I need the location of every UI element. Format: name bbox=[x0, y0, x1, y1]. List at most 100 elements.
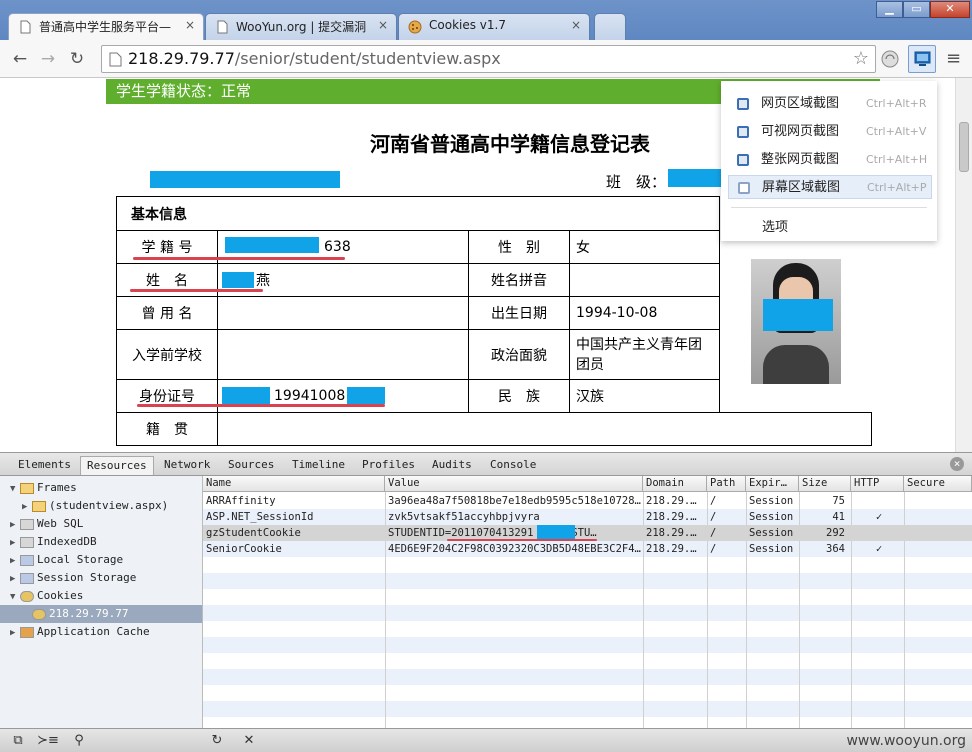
column-header[interactable]: HTTP bbox=[851, 476, 904, 492]
devtools-status-bar: ⧉ ≻≡ ⚲ ↻ ✕ www.wooyun.org bbox=[0, 728, 972, 752]
field-label: 姓名拼音 bbox=[468, 263, 570, 297]
tab-student-platform[interactable]: 普通高中学生服务平台— × bbox=[8, 13, 204, 40]
folder-icon bbox=[32, 500, 46, 512]
folder-icon bbox=[20, 482, 34, 494]
address-bar[interactable]: 218.29.79.77/senior/student/studentview.… bbox=[101, 45, 876, 73]
column-header[interactable]: Name bbox=[203, 476, 385, 492]
tree-item-cookie-host[interactable]: 218.29.79.77 bbox=[0, 605, 202, 623]
tree-label: (studentview.aspx) bbox=[49, 499, 169, 512]
menu-item-region-capture[interactable]: 网页区域截图 Ctrl+Alt+R bbox=[728, 92, 932, 116]
menu-item-full-page-capture[interactable]: 整张网页截图 Ctrl+Alt+H bbox=[728, 148, 932, 172]
field-label: 民 族 bbox=[468, 379, 570, 413]
tab-timeline[interactable]: Timeline bbox=[286, 456, 351, 475]
watermark: www.wooyun.org bbox=[846, 733, 966, 749]
close-devtools-icon[interactable]: × bbox=[950, 457, 964, 471]
tree-item-indexeddb[interactable]: ▶ IndexedDB bbox=[10, 533, 97, 551]
grid-stripe bbox=[203, 669, 972, 685]
reload-button[interactable]: ↻ bbox=[66, 49, 88, 69]
cookie-domain-cell: 218.29.… bbox=[646, 543, 697, 555]
menu-divider bbox=[731, 207, 927, 208]
menu-item-visible-capture[interactable]: 可视网页截图 Ctrl+Alt+V bbox=[728, 120, 932, 144]
grid-stripe bbox=[203, 573, 972, 589]
column-header[interactable]: Path bbox=[707, 476, 746, 492]
grid-stripe bbox=[203, 717, 972, 728]
tab-cookies[interactable]: Cookies v1.7 × bbox=[398, 13, 590, 40]
red-underline bbox=[447, 539, 597, 541]
cookie-row[interactable]: SeniorCookie 4ED6E9F204C2F98C0392320C3DB5… bbox=[203, 541, 972, 557]
cookie-icon bbox=[32, 608, 46, 620]
native-place-value bbox=[217, 412, 872, 446]
forward-button[interactable]: → bbox=[37, 49, 59, 69]
menu-item-options[interactable]: 选项 bbox=[762, 216, 788, 235]
redaction-bar bbox=[150, 171, 340, 188]
tree-label: Cookies bbox=[37, 589, 84, 602]
column-header[interactable]: Domain bbox=[643, 476, 707, 492]
back-button[interactable]: ← bbox=[9, 49, 31, 69]
tree-item-cookies[interactable]: ▼ Cookies bbox=[10, 587, 83, 605]
cookie-expires-cell: Session bbox=[749, 543, 794, 555]
refresh-icon[interactable]: ↻ bbox=[206, 732, 228, 750]
new-tab-button[interactable] bbox=[594, 13, 626, 40]
cookie-row[interactable]: ARRAffinity 3a96ea48a7f50818be7e18edb9595… bbox=[203, 493, 972, 509]
tree-item-local-storage[interactable]: ▶ Local Storage bbox=[10, 551, 123, 569]
tab-console[interactable]: Console bbox=[484, 456, 542, 475]
tab-profiles[interactable]: Profiles bbox=[356, 456, 421, 475]
page-icon bbox=[20, 20, 31, 34]
cookie-row[interactable]: ASP.NET_SessionId zvk5vtsakf51accyhbpjvyr… bbox=[203, 509, 972, 525]
column-header[interactable]: Size bbox=[799, 476, 851, 492]
region-capture-icon bbox=[737, 98, 749, 110]
screenshot-extension-button[interactable] bbox=[908, 45, 936, 73]
tab-elements[interactable]: Elements bbox=[12, 456, 77, 475]
cookie-name-cell: gzStudentCookie bbox=[206, 527, 301, 539]
tree-label: IndexedDB bbox=[37, 535, 97, 548]
chrome-menu-icon[interactable]: ≡ bbox=[946, 48, 961, 69]
cookie-expires-cell: Session bbox=[749, 495, 794, 507]
clear-icon[interactable]: ✕ bbox=[238, 732, 260, 750]
cookie-name-cell: ARRAffinity bbox=[206, 495, 276, 507]
tree-item-frames[interactable]: ▼ Frames bbox=[10, 479, 77, 497]
menu-item-screen-capture[interactable]: 屏幕区域截图 Ctrl+Alt+P bbox=[728, 175, 932, 199]
cookie-icon bbox=[408, 20, 422, 34]
dock-icon[interactable]: ⧉ bbox=[7, 732, 29, 750]
scrollbar-thumb[interactable] bbox=[959, 122, 969, 172]
column-header[interactable]: Secure bbox=[904, 476, 972, 492]
tab-resources[interactable]: Resources bbox=[80, 456, 154, 475]
column-header[interactable]: Value bbox=[385, 476, 643, 492]
bookmark-star-icon[interactable]: ☆ bbox=[853, 46, 869, 72]
cookie-name-cell: SeniorCookie bbox=[206, 543, 282, 555]
page-scrollbar[interactable] bbox=[955, 78, 972, 452]
maximize-button[interactable]: ▭ bbox=[903, 1, 930, 18]
menu-item-shortcut: Ctrl+Alt+P bbox=[867, 181, 927, 194]
tree-item-session-storage[interactable]: ▶ Session Storage bbox=[10, 569, 136, 587]
grid-stripe bbox=[203, 605, 972, 621]
menu-item-shortcut: Ctrl+Alt+V bbox=[866, 125, 927, 138]
console-drawer-icon[interactable]: ≻≡ bbox=[37, 732, 59, 750]
cookie-path-cell: / bbox=[710, 495, 717, 507]
grid-stripe bbox=[203, 653, 972, 669]
tab-title: 普通高中学生服务平台— bbox=[39, 20, 172, 34]
close-button[interactable]: ✕ bbox=[930, 1, 970, 18]
cookie-size-cell: 292 bbox=[826, 527, 845, 539]
tab-sources[interactable]: Sources bbox=[222, 456, 280, 475]
gender-value: 女 bbox=[569, 230, 720, 264]
tab-close-icon[interactable]: × bbox=[571, 18, 581, 32]
redaction-bar bbox=[347, 387, 385, 404]
tab-close-icon[interactable]: × bbox=[378, 18, 388, 32]
menu-item-label: 整张网页截图 bbox=[761, 152, 840, 167]
tree-item-application-cache[interactable]: ▶ Application Cache bbox=[10, 623, 150, 641]
tree-item-web-sql[interactable]: ▶ Web SQL bbox=[10, 515, 83, 533]
former-name-value bbox=[217, 296, 469, 330]
devtools-tabbar: Elements Resources Network Sources Timel… bbox=[0, 452, 972, 476]
menu-item-shortcut: Ctrl+Alt+R bbox=[866, 97, 927, 110]
extension-icon[interactable] bbox=[880, 49, 900, 69]
tab-wooyun[interactable]: WooYun.org | 提交漏洞 × bbox=[205, 13, 397, 40]
tree-item-studentview[interactable]: ▶ (studentview.aspx) bbox=[22, 497, 168, 515]
minimize-button[interactable]: ▁ bbox=[876, 1, 903, 18]
tab-audits[interactable]: Audits bbox=[426, 456, 478, 475]
url-host: 218.29.79.77 bbox=[128, 49, 235, 68]
tab-close-icon[interactable]: × bbox=[185, 18, 195, 32]
column-header[interactable]: Expir… bbox=[746, 476, 799, 492]
tab-network[interactable]: Network bbox=[158, 456, 216, 475]
screenshot-icon bbox=[914, 51, 931, 66]
search-icon[interactable]: ⚲ bbox=[68, 732, 90, 750]
